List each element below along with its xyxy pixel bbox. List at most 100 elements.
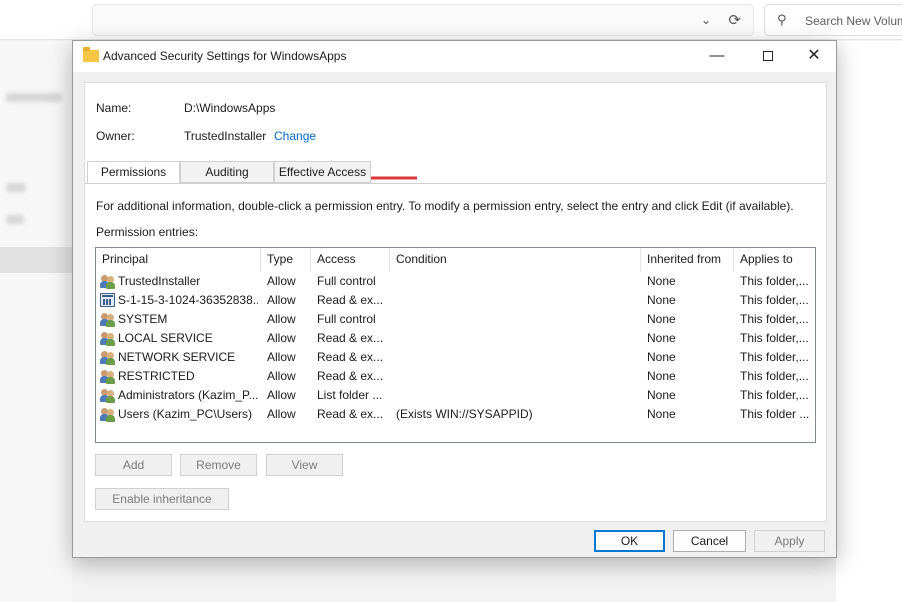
- chevron-down-icon[interactable]: ⌄: [701, 13, 711, 27]
- table-row[interactable]: Administrators (Kazim_P... Allow List fo…: [96, 386, 815, 405]
- type-cell: Allow: [267, 350, 296, 364]
- principal-cell: TrustedInstaller: [118, 274, 201, 288]
- file-list-area: [836, 41, 902, 602]
- table-row[interactable]: LOCAL SERVICE Allow Read & ex... None Th…: [96, 329, 815, 348]
- tab-effective-access[interactable]: Effective Access: [274, 161, 371, 183]
- permission-entries-label: Permission entries:: [96, 225, 199, 239]
- type-cell: Allow: [267, 407, 296, 421]
- nav-item-blurred[interactable]: [6, 183, 26, 192]
- change-owner-link[interactable]: Change: [274, 129, 316, 143]
- access-cell: Read & ex...: [317, 369, 384, 383]
- ok-button[interactable]: OK: [594, 530, 665, 552]
- nav-item-blurred[interactable]: [6, 93, 62, 102]
- principal-cell: RESTRICTED: [118, 369, 195, 383]
- condition-cell: [396, 348, 636, 367]
- applies-cell: This folder,...: [740, 274, 809, 288]
- view-button[interactable]: View: [266, 454, 343, 476]
- column-principal[interactable]: Principal: [96, 248, 261, 272]
- table-row[interactable]: RESTRICTED Allow Read & ex... None This …: [96, 367, 815, 386]
- user-group-icon: [100, 274, 116, 289]
- type-cell: Allow: [267, 274, 296, 288]
- type-cell: Allow: [267, 331, 296, 345]
- access-cell: Read & ex...: [317, 293, 384, 307]
- user-group-icon: [100, 331, 116, 346]
- table-row[interactable]: S-1-15-3-1024-36352838... Allow Read & e…: [96, 291, 815, 310]
- inherited-cell: None: [647, 369, 676, 383]
- applies-cell: This folder,...: [740, 388, 809, 402]
- access-cell: List folder ...: [317, 388, 383, 402]
- minimize-button[interactable]: —: [694, 41, 740, 72]
- tab-auditing[interactable]: Auditing: [180, 161, 274, 183]
- user-group-icon: [100, 369, 116, 384]
- enable-inheritance-button[interactable]: Enable inheritance: [95, 488, 229, 510]
- dialog-title: Advanced Security Settings for WindowsAp…: [103, 49, 347, 63]
- nav-item-selected[interactable]: [0, 247, 72, 273]
- inherited-cell: None: [647, 350, 676, 364]
- address-bar[interactable]: ⌄ ⟳: [92, 4, 754, 36]
- title-bar[interactable]: Advanced Security Settings for WindowsAp…: [73, 41, 836, 72]
- advanced-security-dialog: Advanced Security Settings for WindowsAp…: [72, 40, 837, 558]
- user-group-icon: [100, 312, 116, 327]
- condition-cell: [396, 386, 636, 405]
- column-inherited-from[interactable]: Inherited from: [641, 248, 734, 272]
- access-cell: Read & ex...: [317, 407, 384, 421]
- inherited-cell: None: [647, 388, 676, 402]
- access-cell: Full control: [317, 312, 376, 326]
- applies-cell: This folder,...: [740, 312, 809, 326]
- apply-button[interactable]: Apply: [754, 530, 825, 552]
- maximize-button[interactable]: [745, 41, 791, 72]
- user-group-icon: [100, 350, 116, 365]
- condition-cell: [396, 291, 636, 310]
- search-placeholder: Search New Volume: [805, 14, 902, 28]
- principal-cell: NETWORK SERVICE: [118, 350, 236, 364]
- nav-item-blurred[interactable]: [6, 215, 24, 224]
- cancel-button[interactable]: Cancel: [673, 530, 746, 552]
- user-group-icon: [100, 388, 116, 403]
- condition-cell: [396, 329, 636, 348]
- remove-button[interactable]: Remove: [180, 454, 257, 476]
- tab-divider: [85, 183, 826, 184]
- close-button[interactable]: ✕: [791, 41, 837, 72]
- inherited-cell: None: [647, 331, 676, 345]
- owner-label: Owner:: [96, 129, 135, 143]
- user-group-icon: [100, 407, 116, 422]
- name-value[interactable]: D:\WindowsApps: [184, 101, 275, 115]
- condition-cell: [396, 367, 636, 386]
- type-cell: Allow: [267, 369, 296, 383]
- principal-cell: Users (Kazim_PC\Users): [118, 407, 253, 421]
- type-cell: Allow: [267, 388, 296, 402]
- applies-cell: This folder,...: [740, 350, 809, 364]
- search-icon: ⚲: [777, 12, 787, 27]
- table-row[interactable]: NETWORK SERVICE Allow Read & ex... None …: [96, 348, 815, 367]
- folder-icon: [83, 47, 99, 62]
- access-cell: Full control: [317, 274, 376, 288]
- permission-entries-list[interactable]: Principal Type Access Condition Inherite…: [95, 247, 816, 443]
- column-access[interactable]: Access: [311, 248, 390, 272]
- condition-cell: (Exists WIN://SYSAPPID): [396, 407, 533, 421]
- add-button[interactable]: Add: [95, 454, 172, 476]
- principal-cell: S-1-15-3-1024-36352838...: [118, 293, 258, 307]
- column-type[interactable]: Type: [261, 248, 311, 272]
- type-cell: Allow: [267, 293, 296, 307]
- name-label: Name:: [96, 101, 132, 115]
- column-applies-to[interactable]: Applies to: [734, 248, 815, 272]
- explorer-toolbar: ⌄ ⟳ ⚲ Search New Volume: [0, 0, 902, 40]
- applies-cell: This folder,...: [740, 293, 809, 307]
- applies-cell: This folder,...: [740, 369, 809, 383]
- applies-cell: This folder ...: [740, 407, 810, 421]
- table-row[interactable]: TrustedInstaller Allow Full control None…: [96, 272, 815, 291]
- search-box[interactable]: ⚲ Search New Volume: [764, 4, 902, 36]
- table-row[interactable]: Users (Kazim_PC\Users) Allow Read & ex..…: [96, 405, 815, 424]
- inherited-cell: None: [647, 293, 676, 307]
- access-cell: Read & ex...: [317, 331, 384, 345]
- access-cell: Read & ex...: [317, 350, 384, 364]
- capability-sid-icon: [100, 293, 115, 307]
- settings-panel: Name: D:\WindowsApps Owner: TrustedInsta…: [84, 82, 827, 522]
- info-text: For additional information, double-click…: [96, 199, 794, 213]
- maximize-icon: [763, 51, 773, 62]
- column-condition[interactable]: Condition: [390, 248, 641, 272]
- owner-value: TrustedInstaller: [184, 129, 267, 143]
- refresh-icon[interactable]: ⟳: [728, 11, 741, 29]
- tab-permissions[interactable]: Permissions: [87, 161, 180, 184]
- table-row[interactable]: SYSTEM Allow Full control None This fold…: [96, 310, 815, 329]
